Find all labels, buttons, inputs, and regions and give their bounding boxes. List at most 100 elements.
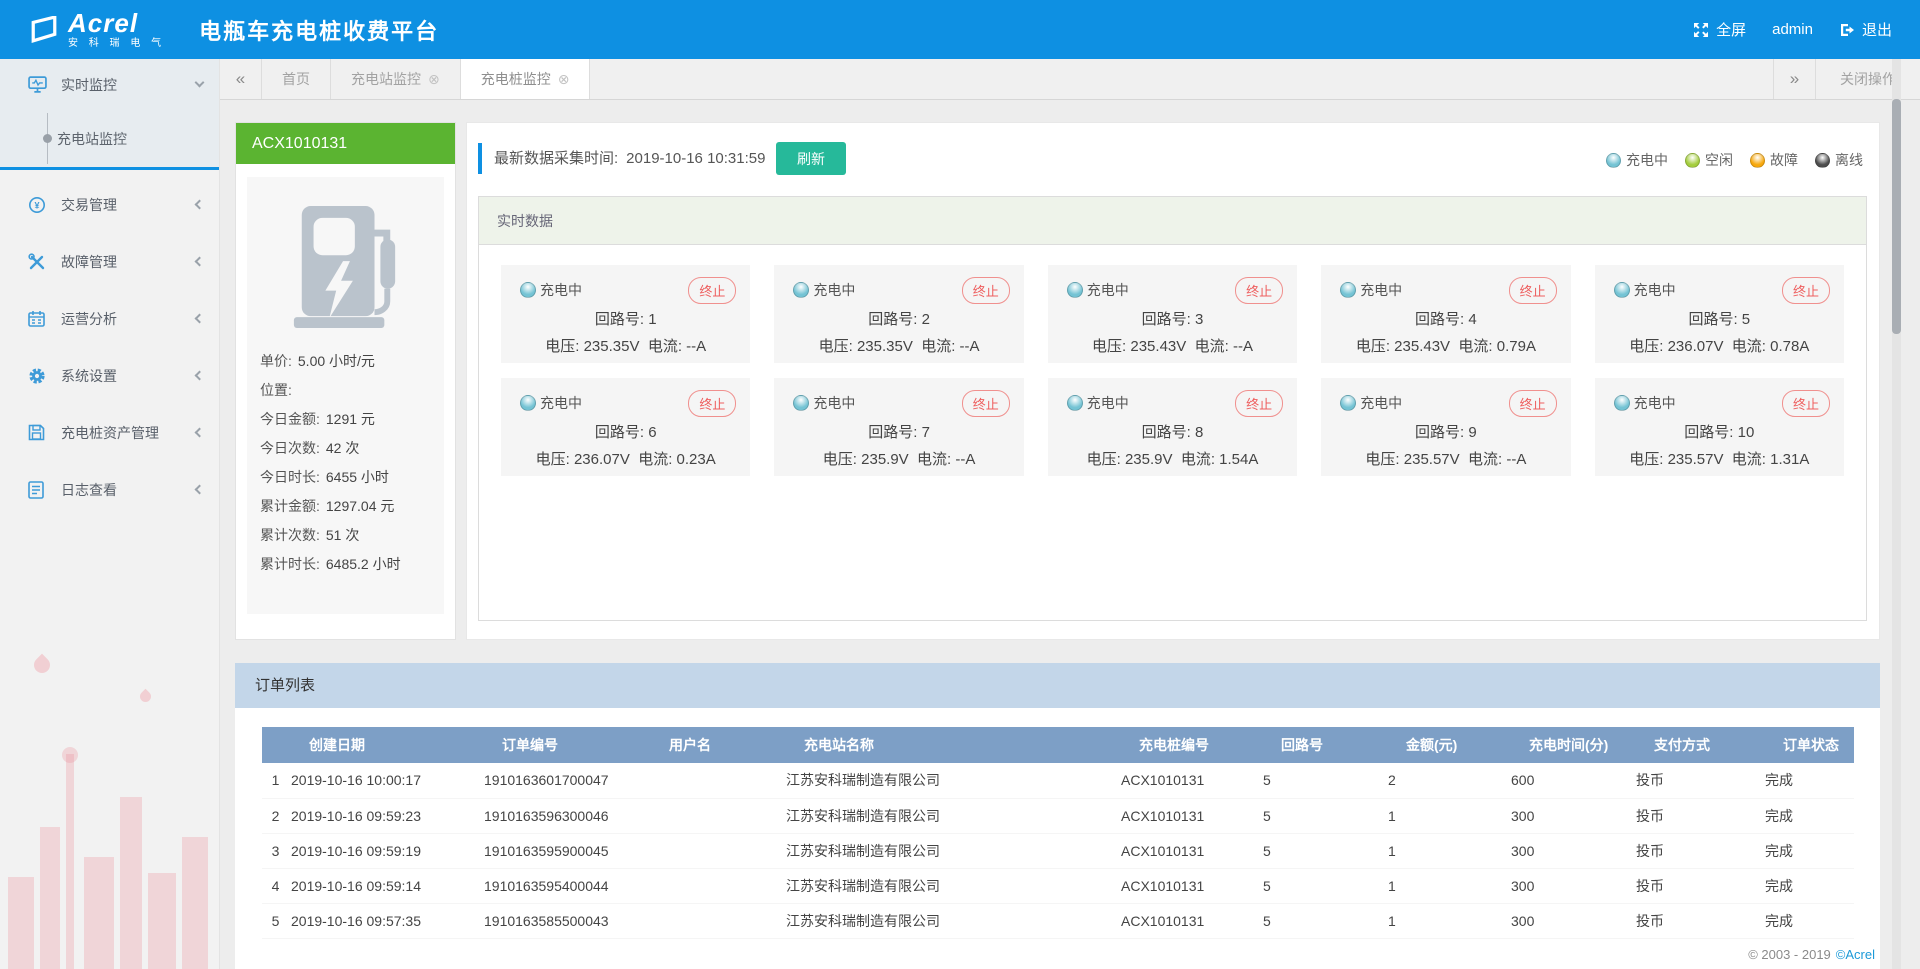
table-cell: 1 bbox=[1386, 903, 1509, 938]
terminate-button[interactable]: 终止 bbox=[1509, 277, 1557, 304]
device-stats: 单价:5.00 小时/元 位置: 今日金额:1291 元 今日次数:42 次 今… bbox=[247, 347, 444, 579]
refresh-button[interactable]: 刷新 bbox=[776, 142, 846, 175]
terminate-button[interactable]: 终止 bbox=[1235, 390, 1283, 417]
collect-time-value: 2019-10-16 10:31:59 bbox=[626, 150, 765, 167]
header-actions: 全屏 admin 退出 bbox=[1693, 19, 1892, 40]
accent-bar bbox=[478, 143, 482, 174]
sidebar-group-realtime: 实时监控 充电站监控 bbox=[0, 59, 219, 170]
username[interactable]: admin bbox=[1772, 21, 1813, 38]
tabs-scroll-right-button[interactable]: » bbox=[1773, 59, 1815, 99]
tab-station-monitor[interactable]: 充电站监控 ⊗ bbox=[331, 59, 461, 99]
circuit-cards-grid: 充电中 终止 回路号: 1 电压: 235.35V 电流: --A 充电中 终止… bbox=[479, 245, 1866, 496]
terminate-button[interactable]: 终止 bbox=[688, 277, 736, 304]
table-cell: 2019-10-16 09:59:14 bbox=[289, 868, 482, 903]
table-cell: 5 bbox=[1261, 903, 1386, 938]
column-header: 订单编号 bbox=[482, 727, 649, 763]
charging-status-icon bbox=[1614, 282, 1630, 298]
circuit-status: 充电中 bbox=[1614, 280, 1676, 300]
scrollbar-thumb[interactable] bbox=[1892, 99, 1901, 334]
table-cell: 完成 bbox=[1763, 868, 1854, 903]
charging-status-icon bbox=[1340, 282, 1356, 298]
circuit-status-label: 充电中 bbox=[1634, 280, 1676, 300]
terminate-button[interactable]: 终止 bbox=[1509, 390, 1557, 417]
sidebar-item-fault[interactable]: 故障管理 bbox=[0, 233, 219, 290]
sidebar-item-settings[interactable]: 系统设置 bbox=[0, 347, 219, 404]
logout-button[interactable]: 退出 bbox=[1839, 19, 1892, 40]
terminate-button[interactable]: 终止 bbox=[1782, 390, 1830, 417]
table-cell: ACX1010131 bbox=[1119, 833, 1261, 868]
sidebar-item-transaction[interactable]: ¥ 交易管理 bbox=[0, 176, 219, 233]
tab-close-icon[interactable]: ⊗ bbox=[428, 72, 440, 86]
tab-home[interactable]: 首页 bbox=[262, 59, 331, 99]
circuit-number: 回路号: 3 bbox=[1048, 308, 1297, 329]
terminate-button[interactable]: 终止 bbox=[688, 390, 736, 417]
sidebar-item-pile-assets[interactable]: 充电桩资产管理 bbox=[0, 404, 219, 461]
stat-today-count: 今日次数:42 次 bbox=[260, 434, 431, 463]
tab-close-icon[interactable]: ⊗ bbox=[558, 72, 570, 86]
table-row[interactable]: 22019-10-16 09:59:231910163596300046江苏安科… bbox=[262, 798, 1854, 833]
table-row[interactable]: 52019-10-16 09:57:351910163585500043江苏安科… bbox=[262, 903, 1854, 938]
city-skyline-decoration bbox=[0, 639, 219, 969]
tab-bar-spacer bbox=[590, 59, 1773, 99]
operation-analysis-icon bbox=[28, 310, 48, 327]
transaction-icon: ¥ bbox=[28, 196, 48, 214]
vertical-scrollbar[interactable] bbox=[1892, 59, 1901, 969]
circuit-status: 充电中 bbox=[1340, 280, 1402, 300]
asset-save-icon bbox=[28, 424, 48, 441]
close-operations-button[interactable]: 关闭操作 bbox=[1815, 59, 1920, 99]
tab-pile-monitor[interactable]: 充电桩监控 ⊗ bbox=[461, 59, 591, 99]
tabs-scroll-left-button[interactable]: « bbox=[220, 59, 262, 99]
acrel-brand-link[interactable]: ©Acrel bbox=[1836, 947, 1875, 962]
table-cell: 300 bbox=[1509, 903, 1634, 938]
sidebar-item-charging-station-monitor[interactable]: 充电站监控 bbox=[0, 110, 219, 167]
circuit-card: 充电中 终止 回路号: 3 电压: 235.43V 电流: --A bbox=[1048, 265, 1297, 363]
circuit-status: 充电中 bbox=[1067, 280, 1129, 300]
table-cell: 5 bbox=[1261, 798, 1386, 833]
realtime-data-title: 实时数据 bbox=[479, 197, 1866, 245]
circuit-status-label: 充电中 bbox=[1087, 280, 1129, 300]
logout-icon bbox=[1839, 22, 1855, 38]
circuit-number: 回路号: 8 bbox=[1048, 421, 1297, 442]
logo-subtext: 安 科 瑞 电 气 bbox=[68, 39, 165, 49]
terminate-button[interactable]: 终止 bbox=[1782, 277, 1830, 304]
status-sphere-icon bbox=[1606, 153, 1621, 168]
tab-label: 充电站监控 bbox=[351, 69, 421, 89]
sidebar-item-label: 故障管理 bbox=[61, 252, 117, 272]
table-cell: 2019-10-16 09:57:35 bbox=[289, 903, 482, 938]
fullscreen-button[interactable]: 全屏 bbox=[1693, 19, 1746, 40]
sidebar-menu: ¥ 交易管理 故障管理 运营分析 bbox=[0, 170, 219, 518]
circuit-status-label: 充电中 bbox=[813, 280, 855, 300]
terminate-button[interactable]: 终止 bbox=[1235, 277, 1283, 304]
terminate-button[interactable]: 终止 bbox=[962, 277, 1010, 304]
sidebar-item-label: 日志查看 bbox=[61, 480, 117, 500]
circuit-card: 充电中 终止 回路号: 1 电压: 235.35V 电流: --A bbox=[501, 265, 750, 363]
acrel-logo-icon bbox=[30, 16, 58, 44]
table-row[interactable]: 32019-10-16 09:59:191910163595900045江苏安科… bbox=[262, 833, 1854, 868]
circuit-number: 回路号: 9 bbox=[1321, 421, 1570, 442]
circuit-status-label: 充电中 bbox=[540, 280, 582, 300]
table-cell: 江苏安科瑞制造有限公司 bbox=[784, 903, 1119, 938]
fullscreen-icon bbox=[1693, 22, 1709, 38]
sidebar-item-label: 充电桩资产管理 bbox=[61, 423, 159, 443]
circuit-status-label: 充电中 bbox=[1360, 280, 1402, 300]
sidebar-item-label: 运营分析 bbox=[61, 309, 117, 329]
terminate-button[interactable]: 终止 bbox=[962, 390, 1010, 417]
table-cell: 1910163595900045 bbox=[482, 833, 649, 868]
column-header: 订单状态 bbox=[1763, 727, 1854, 763]
sidebar-item-realtime-monitor[interactable]: 实时监控 bbox=[0, 59, 219, 110]
sidebar-item-logs[interactable]: 日志查看 bbox=[0, 461, 219, 518]
device-id-header: ACX1010131 bbox=[236, 123, 455, 164]
table-row[interactable]: 42019-10-16 09:59:141910163595400044江苏安科… bbox=[262, 868, 1854, 903]
close-operations-label: 关闭操作 bbox=[1840, 69, 1896, 89]
table-cell: 1 bbox=[1386, 868, 1509, 903]
chevron-down-icon bbox=[195, 78, 205, 88]
sidebar-item-operation-analysis[interactable]: 运营分析 bbox=[0, 290, 219, 347]
status-sphere-icon bbox=[1685, 153, 1700, 168]
table-cell: 投币 bbox=[1634, 763, 1763, 798]
sidebar: 实时监控 充电站监控 ¥ 交易管理 故障管理 bbox=[0, 59, 220, 969]
table-cell: ACX1010131 bbox=[1119, 903, 1261, 938]
tab-label: 首页 bbox=[282, 69, 310, 89]
stat-total-duration: 累计时长:6485.2 小时 bbox=[260, 550, 431, 579]
table-row[interactable]: 12019-10-16 10:00:171910163601700047江苏安科… bbox=[262, 763, 1854, 798]
circuit-number: 回路号: 2 bbox=[774, 308, 1023, 329]
